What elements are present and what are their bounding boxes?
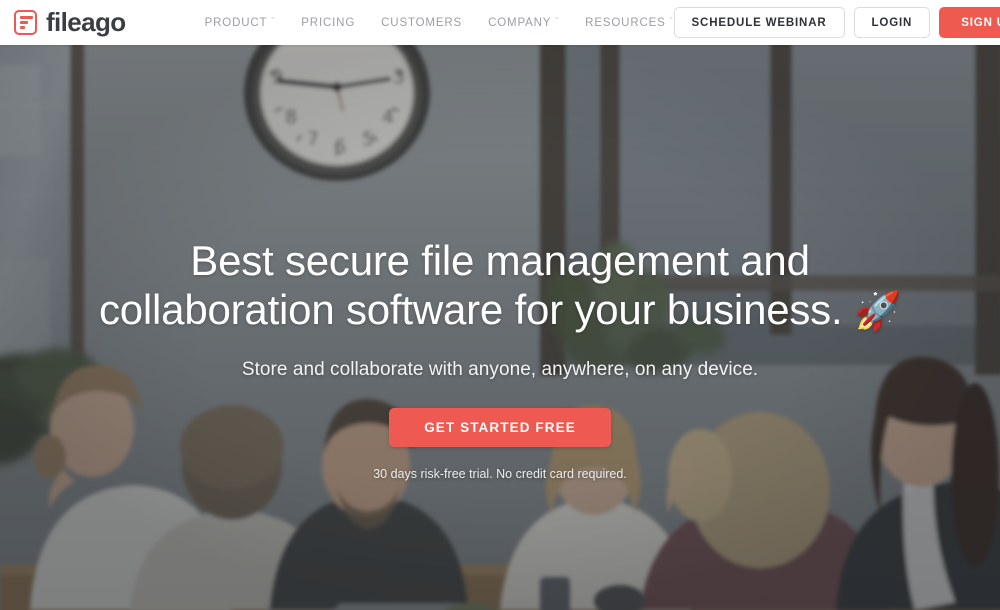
nav-item-pricing[interactable]: PRICING [301,17,355,29]
header-actions: SCHEDULE WEBINAR LOGIN SIGN UP [673,7,1000,38]
chevron-down-icon: ˇ [555,16,560,26]
hero-subheadline: Store and collaborate with anyone, anywh… [241,358,759,380]
brand-name: fileago [46,6,126,37]
site-header: fileago PRODUCT ˇ PRICING CUSTOMERS COMP… [0,0,1000,45]
hero-headline: Best secure file management and collabor… [70,236,930,335]
hero-section: 9 8 7 6 5 4 3 [0,45,1000,610]
login-button[interactable]: LOGIN [853,7,931,38]
nav-item-product[interactable]: PRODUCT ˇ [205,17,276,29]
nav-item-company[interactable]: COMPANY ˇ [488,17,559,29]
rocket-icon: 🚀 [853,291,902,334]
get-started-free-button[interactable]: GET STARTED FREE [389,407,611,447]
hero-content: Best secure file management and collabor… [0,45,1000,610]
trial-note: 30 days risk-free trial. No credit card … [373,466,627,481]
nav-label: PRODUCT [204,16,268,29]
brand-logo[interactable]: fileago [14,6,126,37]
nav-label: COMPANY [488,16,552,29]
chevron-down-icon: ˇ [271,16,276,26]
schedule-webinar-button[interactable]: SCHEDULE WEBINAR [673,7,845,38]
main-navigation: PRODUCT ˇ PRICING CUSTOMERS COMPANY ˇ RE… [205,17,674,29]
nav-item-customers[interactable]: CUSTOMERS [381,17,462,29]
nav-label: CUSTOMERS [381,16,463,29]
nav-label: PRICING [301,16,356,29]
hero-headline-line2: collaboration software for your business… [98,286,843,334]
document-lines-icon [14,10,37,35]
nav-item-resources[interactable]: RESOURCES ˇ [585,17,673,29]
hero-headline-line1: Best secure file management and [190,237,810,284]
chevron-down-icon: ˇ [669,16,674,26]
sign-up-button[interactable]: SIGN UP [939,7,1000,38]
nav-label: RESOURCES [585,16,666,29]
